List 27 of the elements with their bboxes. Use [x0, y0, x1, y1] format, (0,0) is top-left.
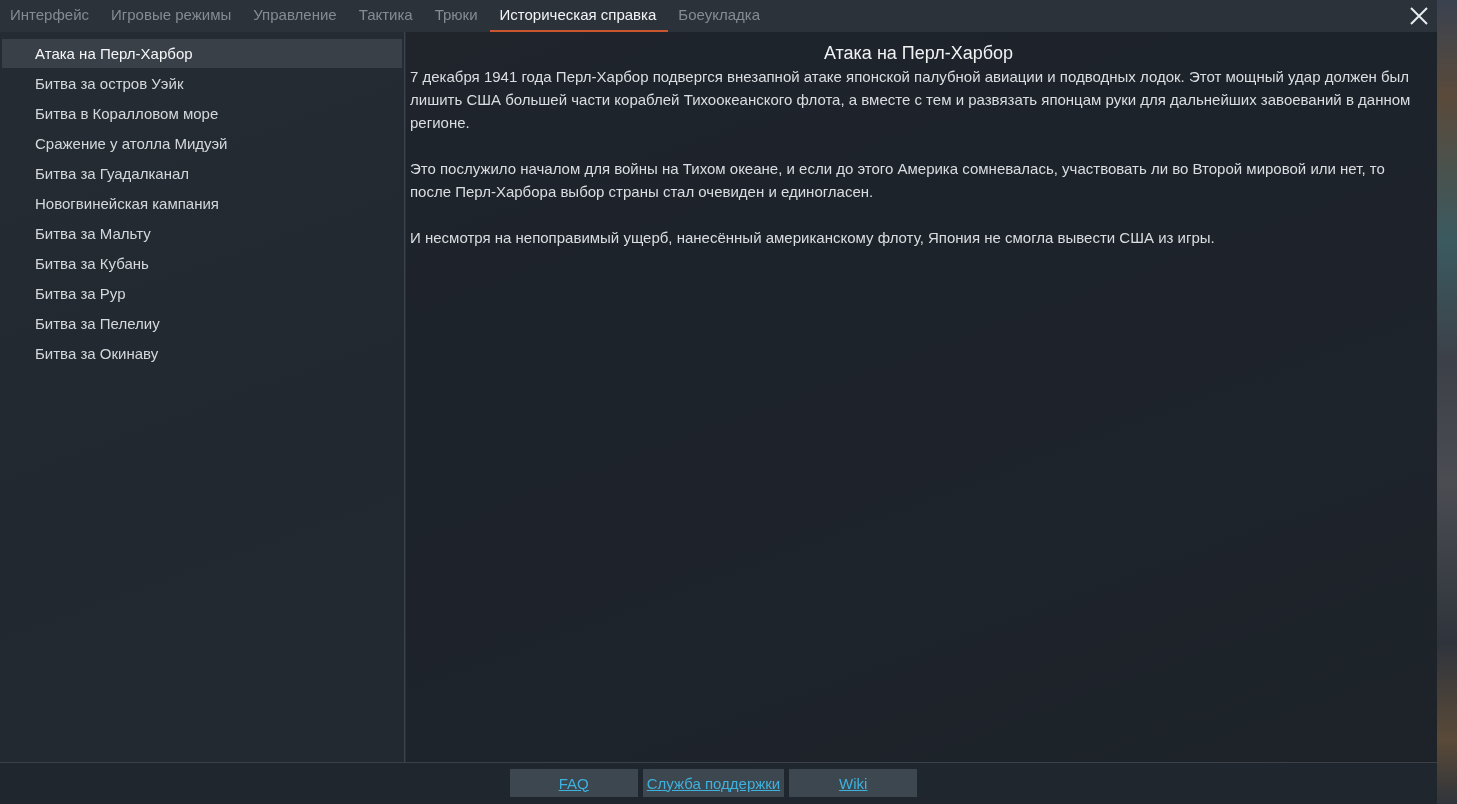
- close-button[interactable]: [1410, 7, 1428, 25]
- sidebar-item[interactable]: Атака на Перл-Харбор: [2, 39, 402, 68]
- article-paragraph: И несмотря на непоправимый ущерб, нанесённый американскому флоту, Япония не смогла вывести США из игры.: [410, 228, 1216, 248]
- footer-link-button[interactable]: Wiki: [789, 769, 918, 797]
- tab[interactable]: Тактика: [348, 0, 425, 32]
- sidebar-item[interactable]: Битва за Гуадалканал: [2, 159, 402, 188]
- sidebar-item[interactable]: Битва за Окинаву: [2, 339, 402, 368]
- sidebar-item[interactable]: Битва в Коралловом море: [2, 99, 402, 128]
- sidebar-item[interactable]: Новогвинейская кампания: [2, 189, 402, 218]
- sidebar-item[interactable]: Битва за Рур: [2, 279, 402, 308]
- article-title: Атака на Перл-Харбор: [823, 43, 1014, 63]
- sidebar-item[interactable]: Битва за Пелелиу: [2, 309, 402, 338]
- article-paragraph: 7 декабря 1941 года Перл-Харбор подвергся внезапной атаке японской палубной авиации и подводных лодок. Этот мощный удар должен был лишить США большей части кораблей Тихоокеанского флота, а вместе с тем и развязать японцам руки для дальнейших завоеваний в данном регионе.: [410, 67, 1412, 133]
- tab[interactable]: Боеукладка: [668, 0, 772, 32]
- sidebar-item[interactable]: Битва за Мальту: [2, 219, 402, 248]
- sidebar-item[interactable]: Битва за остров Уэйк: [2, 69, 402, 98]
- article-paragraph: Это послужило началом для войны на Тихом океане, и если до этого Америка сомневалась, участвовать ли во Второй мировой или нет, то после Перл-Харбора выбор страны стал очевиден и единогласен.: [410, 159, 1386, 202]
- tab[interactable]: Трюки: [424, 0, 490, 32]
- sidebar-item[interactable]: Сражение у атолла Мидуэй: [2, 129, 402, 158]
- sidebar-item[interactable]: Битва за Кубань: [2, 249, 402, 278]
- tab[interactable]: Историческая справка: [489, 0, 669, 32]
- tab[interactable]: Интерфейс: [0, 0, 101, 32]
- footer-link-button[interactable]: Служба поддержки: [642, 769, 785, 797]
- tab[interactable]: Управление: [243, 0, 349, 32]
- close-icon: [1410, 7, 1428, 25]
- footer-link-button[interactable]: FAQ: [509, 769, 638, 797]
- tab[interactable]: Игровые режимы: [101, 0, 244, 32]
